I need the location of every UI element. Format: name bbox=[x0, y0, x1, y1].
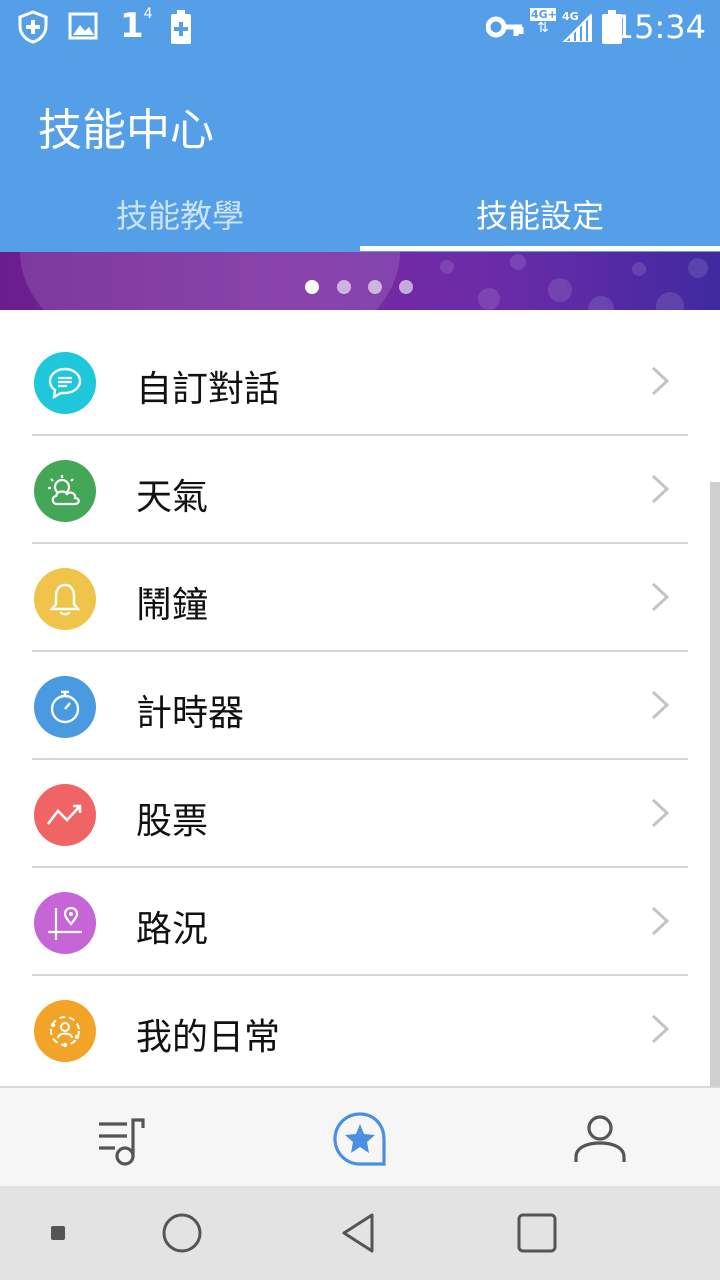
shield-plus-icon bbox=[18, 10, 48, 44]
map-pin-icon bbox=[34, 892, 96, 954]
battery-plus-icon bbox=[171, 10, 191, 44]
app-bar: 技能中心 技能教學 技能設定 bbox=[0, 56, 720, 252]
signal-bars-icon bbox=[562, 14, 592, 42]
bell-icon bbox=[34, 568, 96, 630]
chevron-right-icon bbox=[651, 906, 670, 936]
list-item-custom-dialog[interactable]: 自訂對話 bbox=[0, 310, 720, 436]
bottom-nav bbox=[0, 1086, 720, 1186]
list-item-label: 計時器 bbox=[136, 693, 245, 734]
nav-music-button[interactable] bbox=[82, 1100, 162, 1180]
skill-list: 自訂對話 天氣 鬧鐘 計時器 股票 路況 我的日常 bbox=[0, 310, 720, 1086]
chat-bubble-icon bbox=[34, 352, 96, 414]
nav-skills-button[interactable] bbox=[320, 1100, 400, 1180]
carousel-dots bbox=[0, 252, 720, 310]
signal-number: 1 bbox=[120, 6, 144, 46]
network-4g-signal-icon: 4G bbox=[560, 10, 592, 44]
routine-icon bbox=[34, 1000, 96, 1062]
image-icon bbox=[68, 12, 98, 40]
signal-number-icon: 14 bbox=[120, 6, 153, 46]
star-chat-icon bbox=[333, 1112, 386, 1166]
signal-superscript: 4 bbox=[143, 6, 153, 22]
chevron-right-icon bbox=[651, 474, 670, 504]
carousel-dot-active[interactable] bbox=[305, 280, 319, 294]
list-item-label: 我的日常 bbox=[136, 1017, 281, 1058]
music-list-icon bbox=[99, 1118, 145, 1166]
page-title: 技能中心 bbox=[38, 105, 214, 156]
stopwatch-icon bbox=[34, 676, 96, 738]
carousel-dot[interactable] bbox=[399, 280, 413, 294]
arrows-icon: ⇅ bbox=[537, 20, 549, 36]
chevron-right-icon bbox=[651, 1014, 670, 1044]
list-item-timer[interactable]: 計時器 bbox=[0, 634, 720, 760]
person-icon bbox=[574, 1115, 626, 1162]
stock-trend-icon bbox=[34, 784, 96, 846]
scrollbar[interactable] bbox=[710, 482, 720, 1086]
list-item-label: 鬧鐘 bbox=[136, 585, 209, 626]
recents-square-icon bbox=[51, 1226, 65, 1240]
list-item-my-routine[interactable]: 我的日常 bbox=[0, 958, 720, 1066]
banner-carousel[interactable] bbox=[0, 252, 720, 310]
chevron-right-icon bbox=[651, 798, 670, 828]
list-item-weather[interactable]: 天氣 bbox=[0, 418, 720, 544]
chevron-right-icon bbox=[651, 582, 670, 612]
tab-indicator bbox=[360, 246, 720, 251]
recents-button[interactable] bbox=[33, 1208, 83, 1258]
carousel-dot[interactable] bbox=[337, 280, 351, 294]
tab-skill-tutorial[interactable]: 技能教學 bbox=[0, 196, 360, 252]
overview-square-icon bbox=[517, 1213, 557, 1253]
clock-time: 15:34 bbox=[613, 8, 706, 46]
system-nav-bar bbox=[0, 1186, 720, 1280]
chevron-right-icon bbox=[651, 690, 670, 720]
overview-button[interactable] bbox=[512, 1208, 562, 1258]
list-item-label: 路況 bbox=[136, 909, 209, 950]
carousel-dot[interactable] bbox=[368, 280, 382, 294]
key-icon bbox=[486, 16, 524, 38]
network-4g-plus-icon: 4G+ ⇅ bbox=[530, 8, 557, 44]
list-item-alarm[interactable]: 鬧鐘 bbox=[0, 526, 720, 652]
back-button[interactable] bbox=[333, 1208, 383, 1258]
list-item-label: 天氣 bbox=[136, 477, 209, 518]
home-circle-icon bbox=[162, 1213, 202, 1253]
nav-profile-button[interactable] bbox=[560, 1100, 640, 1180]
status-bar: 14 4G+ ⇅ 4G 15:34 bbox=[0, 0, 720, 56]
list-item-label: 自訂對話 bbox=[136, 369, 281, 410]
chevron-right-icon bbox=[651, 366, 670, 396]
back-triangle-icon bbox=[342, 1213, 374, 1253]
tab-skill-settings[interactable]: 技能設定 bbox=[360, 196, 720, 252]
home-button[interactable] bbox=[157, 1208, 207, 1258]
list-item-traffic[interactable]: 路況 bbox=[0, 850, 720, 976]
list-item-stocks[interactable]: 股票 bbox=[0, 742, 720, 868]
weather-icon bbox=[34, 460, 96, 522]
list-item-label: 股票 bbox=[136, 801, 209, 842]
